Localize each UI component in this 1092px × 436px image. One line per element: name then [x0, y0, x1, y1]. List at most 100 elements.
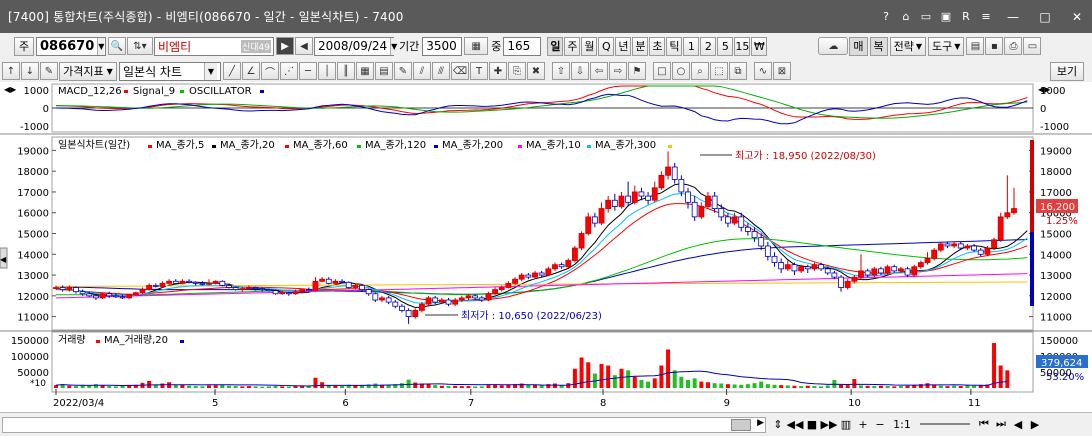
- stop-icon[interactable]: ■: [804, 416, 820, 432]
- delete-tool-icon[interactable]: ✖: [527, 62, 545, 80]
- zoom-tool-icon[interactable]: ⌕: [691, 62, 709, 80]
- zoom-in-icon[interactable]: +: [855, 416, 871, 432]
- copy-tool-icon[interactable]: ⎘: [508, 62, 526, 80]
- grid-icon[interactable]: ▦: [464, 37, 489, 55]
- left-tool-icon[interactable]: ⇦: [590, 62, 608, 80]
- window-icon[interactable]: ▭: [1023, 37, 1042, 55]
- pattern-tool-icon[interactable]: ⧉: [729, 62, 747, 80]
- scrollbar-thumb[interactable]: [731, 419, 751, 431]
- parallel-tool-icon[interactable]: ⫽: [413, 62, 431, 80]
- price-tick-left-3: 16000: [17, 209, 49, 220]
- maximize-button[interactable]: □: [1030, 7, 1060, 27]
- bookmark-tool-icon[interactable]: ⚑: [628, 62, 646, 80]
- cloud-icon[interactable]: ☁: [818, 37, 849, 55]
- chevron-down-icon[interactable]: ▼: [390, 37, 398, 55]
- table-tool-icon[interactable]: ▤: [375, 62, 393, 80]
- rect-tool-icon[interactable]: □: [653, 62, 671, 80]
- scroll-icon[interactable]: ⇕: [770, 416, 786, 432]
- interval-button-2[interactable]: 월: [581, 36, 598, 56]
- interval-button-11[interactable]: 15: [734, 36, 751, 56]
- arc-tool-icon[interactable]: ⌒: [261, 62, 279, 80]
- minimize-button[interactable]: —: [998, 7, 1028, 27]
- indicator-dropdown[interactable]: 가격지표 ▼: [59, 61, 117, 81]
- horizontal-scrollbar[interactable]: ▶: [2, 417, 766, 433]
- chevron-down-icon[interactable]: ▼: [204, 62, 217, 80]
- select-tool-icon[interactable]: ⬚: [710, 62, 728, 80]
- volume-bar: [865, 385, 870, 388]
- folder-icon[interactable]: ▤: [966, 37, 985, 55]
- channel-tool-icon[interactable]: ║: [337, 62, 355, 80]
- bars-icon[interactable]: ▥: [838, 416, 854, 432]
- record-icon[interactable]: R: [959, 10, 973, 24]
- fan-tool-icon[interactable]: ⋰: [280, 62, 298, 80]
- zoom-slider[interactable]: [920, 423, 970, 425]
- down-tool-icon[interactable]: ⇩: [571, 62, 589, 80]
- up-tool-icon[interactable]: ⇧: [552, 62, 570, 80]
- chevron-down-icon[interactable]: ▼: [97, 37, 105, 55]
- multi-line-tool-icon[interactable]: ⫻: [432, 62, 450, 80]
- interval-button-9[interactable]: 2: [700, 36, 717, 56]
- interval-button-12[interactable]: ₩: [751, 36, 768, 56]
- line-tool-icon[interactable]: ╱: [223, 62, 241, 80]
- macd-collapse-icon[interactable]: ◀▶: [4, 85, 17, 94]
- wave-tool-icon[interactable]: ∿: [754, 62, 772, 80]
- date-input[interactable]: 2008/09/24 ▼: [314, 36, 398, 56]
- market-prefix-button[interactable]: 주: [14, 36, 34, 56]
- help-icon[interactable]: ?: [879, 10, 893, 24]
- hline-tool-icon[interactable]: ─: [299, 62, 317, 80]
- next-play-icon[interactable]: ▶: [276, 37, 294, 55]
- next-icon[interactable]: ▶: [1027, 416, 1043, 432]
- prev-play-icon[interactable]: ◀: [295, 37, 313, 55]
- eraser-tool-icon[interactable]: ⌫: [451, 62, 469, 80]
- macd-tick-left-2: -1000: [20, 122, 49, 133]
- settings-icon[interactable]: ≡: [979, 10, 993, 24]
- first-icon[interactable]: ⏮: [976, 416, 992, 432]
- interval-button-7[interactable]: 틱: [666, 36, 683, 56]
- scroll-right-icon[interactable]: ▶: [757, 418, 764, 428]
- chart-type-dropdown[interactable]: 일본식 차트 ▼: [119, 61, 221, 81]
- stock-chart[interactable]: 19000 1900018000 1800017000 1700016000 16000…: [0, 82, 1092, 412]
- link-icon[interactable]: ▭: [919, 10, 933, 24]
- macd-expand-icon[interactable]: ◀▶: [1038, 85, 1051, 94]
- close-button[interactable]: ✕: [1062, 7, 1092, 27]
- forward-icon[interactable]: ▶▶: [821, 416, 838, 432]
- compound-button[interactable]: 복: [869, 36, 888, 56]
- edit-icon[interactable]: ✎: [40, 62, 58, 80]
- prev-icon[interactable]: ◀: [1010, 416, 1026, 432]
- interval-button-3[interactable]: Q: [598, 36, 615, 56]
- vline-tool-icon[interactable]: │: [318, 62, 336, 80]
- interval-button-10[interactable]: 5: [717, 36, 734, 56]
- right-tool-icon[interactable]: ⇨: [609, 62, 627, 80]
- interval-button-1[interactable]: 주: [564, 36, 581, 56]
- count-input[interactable]: 165: [503, 36, 542, 56]
- trade-button[interactable]: 매: [849, 36, 868, 56]
- interval-button-6[interactable]: 초: [649, 36, 666, 56]
- save-icon[interactable]: ▪: [985, 37, 1004, 55]
- last-icon[interactable]: ⏭: [993, 416, 1009, 432]
- interval-button-4[interactable]: 년: [615, 36, 632, 56]
- interval-button-5[interactable]: 분: [632, 36, 649, 56]
- zoom-out-icon[interactable]: −: [872, 416, 888, 432]
- angle-tool-icon[interactable]: ∠: [242, 62, 260, 80]
- strategy-button[interactable]: 전략 ▼: [889, 36, 927, 56]
- search-icon[interactable]: 🔍: [108, 37, 126, 55]
- interval-button-0[interactable]: 일: [547, 36, 564, 56]
- pen-tool-icon[interactable]: ✎: [394, 62, 412, 80]
- period-input[interactable]: 3500: [422, 36, 463, 56]
- sort-icon[interactable]: ⇅▾: [127, 37, 153, 55]
- view-button[interactable]: 보기: [1050, 61, 1084, 81]
- up-arrow-icon[interactable]: ↑: [2, 62, 20, 80]
- tools-button[interactable]: 도구 ▼: [928, 36, 965, 56]
- grid-tool-icon[interactable]: ▦: [356, 62, 374, 80]
- print-icon[interactable]: ⎙: [1004, 37, 1023, 55]
- down-arrow-icon[interactable]: ↓: [21, 62, 39, 80]
- scan-tool-icon[interactable]: ⊠: [773, 62, 791, 80]
- stock-code-input[interactable]: 086670 ▼: [36, 36, 106, 56]
- crosshair-tool-icon[interactable]: ✚: [489, 62, 507, 80]
- screen-icon[interactable]: ▣: [939, 10, 953, 24]
- lock-icon[interactable]: ⌂: [899, 10, 913, 24]
- text-tool-icon[interactable]: T: [470, 62, 488, 80]
- rewind-icon[interactable]: ◀◀: [787, 416, 804, 432]
- interval-button-8[interactable]: 1: [683, 36, 700, 56]
- circle-tool-icon[interactable]: ○: [672, 62, 690, 80]
